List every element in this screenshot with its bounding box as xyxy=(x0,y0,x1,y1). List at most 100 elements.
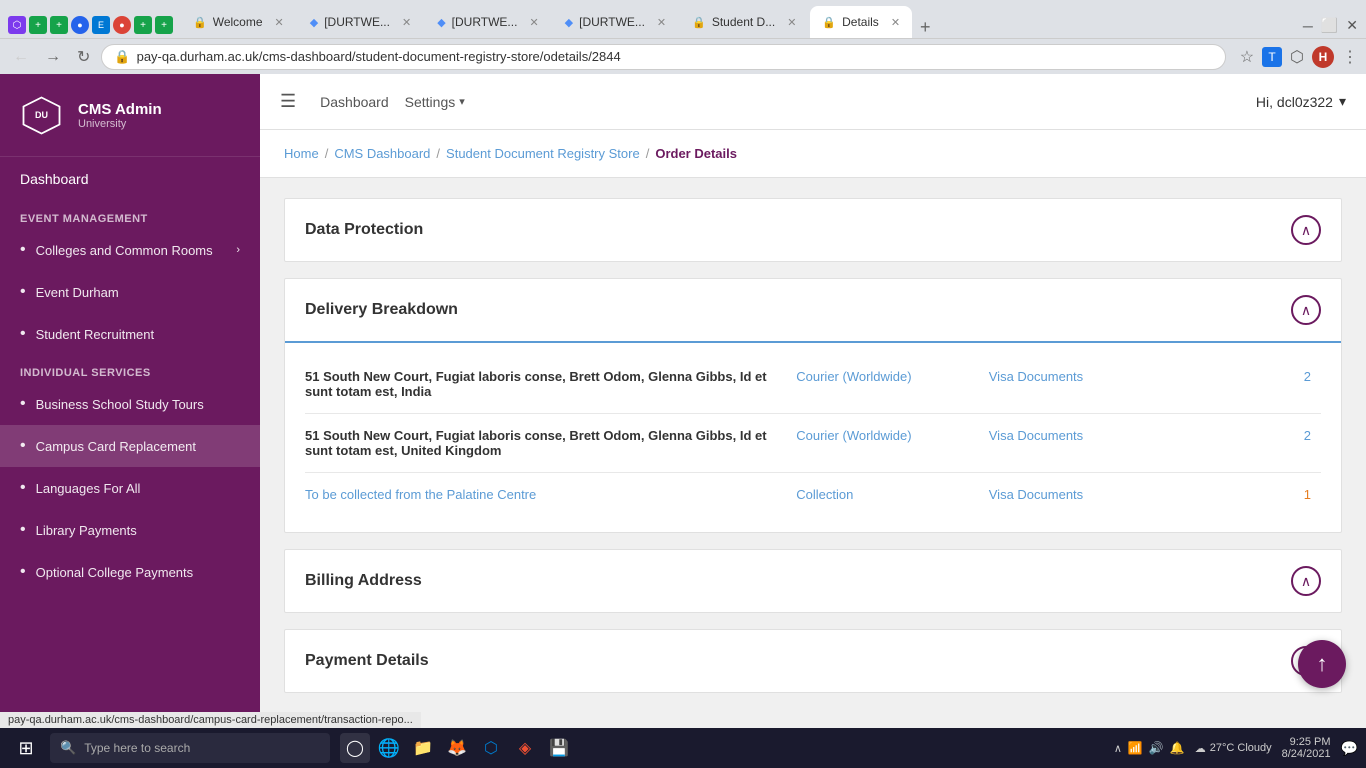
breadcrumb-home[interactable]: Home xyxy=(284,146,319,161)
breadcrumb-cms[interactable]: CMS Dashboard xyxy=(334,146,430,161)
ext-icon-4[interactable]: ● xyxy=(71,16,89,34)
ext-icon-6[interactable]: ● xyxy=(113,16,131,34)
sidebar-item-student-recruitment[interactable]: Student Recruitment xyxy=(0,313,260,355)
user-menu[interactable]: Hi, dcl0z322 ▾ xyxy=(1256,93,1346,110)
clock-time: 9:25 PM xyxy=(1290,736,1331,748)
tab-label-durtwe1: [DURTWE... xyxy=(324,15,390,29)
sidebar-item-colleges[interactable]: Colleges and Common Rooms › xyxy=(0,229,260,271)
chevron-right-icon: › xyxy=(236,244,240,256)
sidebar-item-campus-card[interactable]: Campus Card Replacement xyxy=(0,425,260,467)
back-button[interactable]: ← xyxy=(8,46,34,68)
search-icon: 🔍 xyxy=(60,740,76,756)
delivery-breakdown-header[interactable]: Delivery Breakdown ∧ xyxy=(285,279,1341,341)
address-bar-icons: ☆ T ⬡ H ⋮ xyxy=(1240,46,1358,68)
payment-details-header[interactable]: Payment Details ∧ xyxy=(285,630,1341,692)
delivery-breakdown-body: 51 South New Court, Fugiat laboris conse… xyxy=(285,341,1341,532)
action-center-icon[interactable]: 💬 xyxy=(1341,740,1358,757)
tab-close-welcome[interactable]: ✕ xyxy=(275,16,284,29)
billing-address-toggle[interactable]: ∧ xyxy=(1291,566,1321,596)
taskbar-vscode-icon[interactable]: ⬡ xyxy=(476,733,506,763)
cloud-icon: ☁ xyxy=(1195,742,1206,755)
taskbar-search[interactable]: 🔍 Type here to search xyxy=(50,733,330,763)
content-scroll-area[interactable]: Home / CMS Dashboard / Student Document … xyxy=(260,130,1366,766)
tab-label-durtwe2: [DURTWE... xyxy=(452,15,518,29)
tab-icon-details: 🔒 xyxy=(822,16,836,29)
payment-details-section: Payment Details ∧ xyxy=(284,629,1342,693)
star-icon[interactable]: ☆ xyxy=(1240,47,1254,67)
tab-icon-durtwe3: ◆ xyxy=(565,16,573,29)
windows-start-icon: ⊞ xyxy=(18,738,33,759)
tab-welcome[interactable]: 🔒 Welcome ✕ xyxy=(181,6,296,38)
tab-close-durtwe1[interactable]: ✕ xyxy=(402,16,411,29)
delivery-method-2: Courier (Worldwide) xyxy=(786,414,979,473)
ext-puzzle-icon[interactable]: T xyxy=(1262,47,1282,67)
chevron-up-icon-data: ∧ xyxy=(1301,222,1311,239)
payment-details-title: Payment Details xyxy=(305,652,429,670)
sidebar: DU CMS Admin University Dashboard EVENT … xyxy=(0,74,260,766)
app-layout: DU CMS Admin University Dashboard EVENT … xyxy=(0,74,1366,766)
dashboard-label: Dashboard xyxy=(20,171,89,187)
add-tab-button[interactable]: + xyxy=(914,17,937,38)
files-icon: 📁 xyxy=(413,738,433,758)
taskbar-git-icon[interactable]: ◈ xyxy=(510,733,540,763)
taskbar-files-icon[interactable]: 📁 xyxy=(408,733,438,763)
tab-close-durtwe2[interactable]: ✕ xyxy=(529,16,538,29)
sidebar-item-languages[interactable]: Languages For All xyxy=(0,467,260,509)
close-button[interactable]: ✕ xyxy=(1346,17,1358,34)
delivery-row-1: 51 South New Court, Fugiat laboris conse… xyxy=(305,355,1321,414)
data-protection-toggle[interactable]: ∧ xyxy=(1291,215,1321,245)
hamburger-icon[interactable]: ☰ xyxy=(280,91,296,112)
cms-admin-title: CMS Admin xyxy=(78,101,162,118)
ext-icon-8[interactable]: + xyxy=(155,16,173,34)
sidebar-item-event-durham[interactable]: Event Durham xyxy=(0,271,260,313)
weather-display: ☁ 27°C Cloudy xyxy=(1195,742,1272,755)
sidebar-item-library[interactable]: Library Payments xyxy=(0,509,260,551)
forward-button[interactable]: → xyxy=(40,46,66,68)
tab-durtwe3[interactable]: ◆ [DURTWE... ✕ xyxy=(553,6,678,38)
sidebar-item-business-school[interactable]: Business School Study Tours xyxy=(0,383,260,425)
notifications-icon[interactable]: 🔔 xyxy=(1170,741,1185,755)
tab-close-student[interactable]: ✕ xyxy=(787,16,796,29)
taskbar-cortana-icon[interactable]: ◯ xyxy=(340,733,370,763)
ext-icon-1[interactable]: ⬡ xyxy=(8,16,26,34)
minimize-button[interactable]: ─ xyxy=(1303,18,1313,34)
sidebar-item-dashboard[interactable]: Dashboard xyxy=(0,157,260,201)
extensions-icon[interactable]: ⬡ xyxy=(1290,47,1304,67)
delivery-breakdown-toggle[interactable]: ∧ xyxy=(1291,295,1321,325)
delivery-doctype-1: Visa Documents xyxy=(979,355,1214,414)
delivery-breakdown-title: Delivery Breakdown xyxy=(305,301,458,319)
breadcrumb-store[interactable]: Student Document Registry Store xyxy=(446,146,640,161)
tab-close-details[interactable]: ✕ xyxy=(891,16,900,29)
taskbar-storage-icon[interactable]: 💾 xyxy=(544,733,574,763)
tab-student-d[interactable]: 🔒 Student D... ✕ xyxy=(680,6,808,38)
tab-close-durtwe3[interactable]: ✕ xyxy=(657,16,666,29)
user-greeting: Hi, dcl0z322 xyxy=(1256,94,1333,110)
tray-chevron-icon[interactable]: ∧ xyxy=(1114,742,1122,755)
ext-icon-3[interactable]: + xyxy=(50,16,68,34)
taskbar-firefox-icon[interactable]: 🦊 xyxy=(442,733,472,763)
profile-icon[interactable]: H xyxy=(1312,46,1334,68)
taskbar-chrome-icon[interactable]: 🌐 xyxy=(374,733,404,763)
network-icon[interactable]: 📶 xyxy=(1128,741,1143,755)
tab-durtwe2[interactable]: ◆ [DURTWE... ✕ xyxy=(425,6,550,38)
volume-icon[interactable]: 🔊 xyxy=(1149,741,1164,755)
delivery-method-3: Collection xyxy=(786,473,979,517)
start-button[interactable]: ⊞ xyxy=(8,730,44,766)
reload-button[interactable]: ↻ xyxy=(72,45,95,69)
billing-address-header[interactable]: Billing Address ∧ xyxy=(285,550,1341,612)
address-input[interactable]: 🔒 pay-qa.durham.ac.uk/cms-dashboard/stud… xyxy=(101,44,1225,70)
data-protection-header[interactable]: Data Protection ∧ xyxy=(285,199,1341,261)
restore-button[interactable]: ⬜ xyxy=(1321,17,1338,34)
colleges-label: Colleges and Common Rooms xyxy=(36,243,213,258)
ext-icon-7[interactable]: + xyxy=(134,16,152,34)
sidebar-item-optional-college[interactable]: Optional College Payments xyxy=(0,551,260,593)
ext-icon-2[interactable]: + xyxy=(29,16,47,34)
menu-icon[interactable]: ⋮ xyxy=(1342,47,1358,67)
tab-durtwe1[interactable]: ◆ [DURTWE... ✕ xyxy=(298,6,423,38)
nav-dashboard-link[interactable]: Dashboard xyxy=(320,94,389,110)
tab-details[interactable]: 🔒 Details ✕ xyxy=(810,6,912,38)
scroll-to-top-fab[interactable]: ↑ xyxy=(1298,640,1346,688)
durham-logo-svg: DU xyxy=(19,93,64,138)
nav-settings-link[interactable]: Settings ▾ xyxy=(405,94,465,110)
ext-icon-5[interactable]: E xyxy=(92,16,110,34)
